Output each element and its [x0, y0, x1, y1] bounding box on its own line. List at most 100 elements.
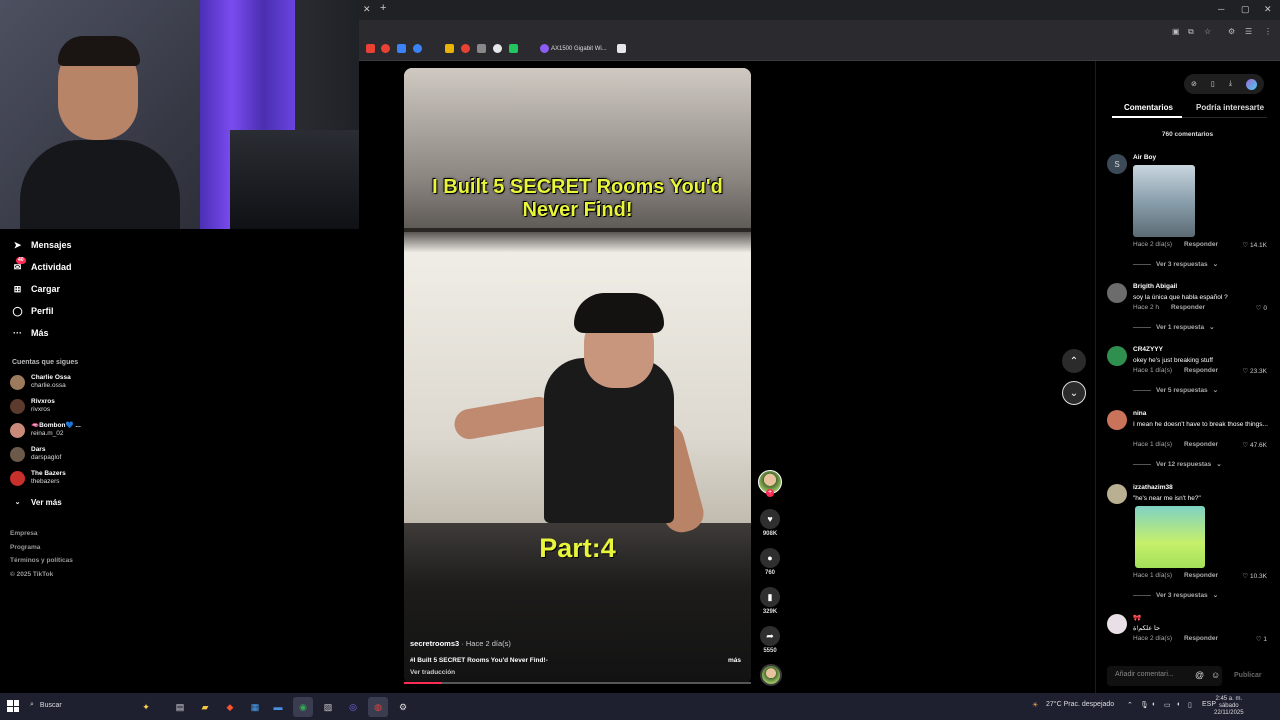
obs-icon[interactable]: ◎ — [343, 697, 363, 717]
reply-button[interactable]: Responder — [1184, 367, 1218, 375]
comment-username[interactable]: nina — [1133, 410, 1146, 417]
music-disc-avatar[interactable] — [760, 664, 782, 686]
cast-icon[interactable]: ⧉ — [1188, 27, 1194, 37]
bookmark-icon[interactable] — [397, 44, 406, 53]
user-avatar-icon[interactable] — [1245, 78, 1257, 90]
bookmark-icon[interactable] — [493, 44, 502, 53]
bookmark-icon[interactable] — [366, 44, 375, 53]
following-account[interactable]: Rivxros rivxros — [10, 398, 55, 414]
reply-button[interactable]: Responder — [1184, 635, 1218, 643]
network-icon[interactable]: ▭ — [1164, 701, 1171, 709]
heart-outline-icon[interactable]: ♡ — [1242, 242, 1250, 249]
bookmark-icon[interactable] — [381, 44, 390, 53]
sidebar-item-cargar[interactable]: ⊞ Cargar — [12, 281, 60, 297]
footer-link[interactable]: Programa — [10, 544, 40, 551]
post-button[interactable]: Publicar — [1234, 672, 1262, 679]
comment-likes[interactable]: ♡ 0 — [1256, 304, 1267, 312]
profile-menu-icon[interactable]: ☰ — [1245, 27, 1252, 36]
video-progress-bar[interactable] — [404, 682, 751, 684]
video-player[interactable] — [404, 68, 751, 684]
heart-outline-icon[interactable]: ♡ — [1242, 573, 1250, 580]
comment-image[interactable] — [1133, 165, 1195, 237]
mic-icon[interactable]: 🎙 — [1140, 701, 1149, 709]
recording-app-icon[interactable]: ◍ — [368, 697, 388, 717]
copilot-sparkle-icon[interactable]: ✦ — [136, 697, 156, 717]
emoji-icon[interactable]: ☺ — [1211, 670, 1220, 680]
commenter-avatar[interactable] — [1107, 484, 1127, 504]
bookmark-icon[interactable] — [617, 44, 626, 53]
windows-start-icon[interactable] — [7, 700, 19, 712]
share-action[interactable]: ➦ 5550 — [760, 626, 780, 654]
comment-likes[interactable]: ♡ 23.3K — [1242, 367, 1267, 375]
heart-outline-icon[interactable]: ♡ — [1242, 368, 1250, 375]
sidebar-item-más[interactable]: ··· Más — [12, 325, 49, 341]
taskbar-search[interactable]: ⌕ Buscar — [30, 701, 62, 709]
menu-icon[interactable]: ⋮ — [1264, 27, 1272, 36]
comment-icon[interactable]: ● — [760, 548, 780, 568]
heart-outline-icon[interactable]: ♡ — [1242, 442, 1250, 449]
comment-likes[interactable]: ♡ 14.1K — [1242, 241, 1267, 249]
view-replies-button[interactable]: Ver 3 respuestas ⌄ — [1133, 591, 1218, 599]
comment-input[interactable]: Añadir comentari... — [1107, 666, 1222, 686]
video-author[interactable]: secretrooms3 · Hace 2 día(s) — [410, 639, 511, 648]
bookmark-icon[interactable] — [540, 44, 549, 53]
bookmark-icon[interactable] — [461, 44, 470, 53]
avatar[interactable] — [10, 398, 25, 414]
next-video-button[interactable]: ⌄ — [1062, 381, 1086, 405]
following-account[interactable]: Dars darspaglof — [10, 446, 61, 462]
phone-icon[interactable]: ▯ — [1211, 80, 1215, 88]
tab-might-interest[interactable]: Podría interesarte — [1196, 103, 1264, 112]
file-explorer-icon[interactable]: ▰ — [195, 697, 215, 717]
commenter-avatar[interactable] — [1107, 346, 1127, 366]
comment-action[interactable]: ● 760 — [760, 548, 780, 576]
footer-link[interactable]: Empresa — [10, 530, 37, 537]
see-more-button[interactable]: ⌄ Ver más — [12, 494, 62, 510]
weather-text[interactable]: 27°C Prac. despejado — [1046, 701, 1114, 708]
comment-likes[interactable]: ♡ 47.6K — [1242, 441, 1267, 449]
comment-image[interactable] — [1135, 506, 1205, 568]
view-replies-button[interactable]: Ver 12 respuestas ⌄ — [1133, 460, 1222, 468]
settings-gear-icon[interactable]: ⚙ — [393, 697, 413, 717]
bookmark-icon[interactable] — [413, 44, 422, 53]
word-icon[interactable]: ▬ — [268, 697, 288, 717]
taskbar-clock[interactable]: 2:45 a. m. sábado 22/11/2025 — [1214, 696, 1244, 717]
comment-username[interactable]: 🎀 — [1133, 614, 1141, 622]
bookmark-star-icon[interactable]: ☆ — [1204, 27, 1211, 36]
comment-likes[interactable]: ♡ 10.3K — [1242, 572, 1267, 580]
comment-username[interactable]: CR4ZYYY — [1133, 346, 1163, 353]
tray-app-icon[interactable]: ◐ — [1152, 701, 1156, 708]
autoscroll-icon[interactable]: ⊘ — [1191, 80, 1197, 88]
reply-button[interactable]: Responder — [1184, 572, 1218, 580]
comment-username[interactable]: izzathazim38 — [1133, 484, 1173, 491]
bookmark-router-label[interactable]: AX1500 Gigabit Wi... — [551, 46, 607, 52]
avatar[interactable] — [10, 446, 25, 462]
heart-icon[interactable]: ♥ — [760, 509, 780, 529]
extensions-icon[interactable]: ⚙ — [1228, 27, 1235, 36]
avatar[interactable] — [10, 374, 25, 390]
maximize-icon[interactable]: ▢ — [1241, 4, 1250, 15]
video-author-name[interactable]: secretrooms3 — [410, 639, 459, 648]
window-close-icon[interactable]: ✕ — [1264, 4, 1272, 15]
download-icon[interactable]: ⤓ — [1229, 80, 1232, 88]
bookmark-icon[interactable] — [477, 44, 486, 53]
mention-icon[interactable]: @ — [1195, 670, 1204, 680]
comment-likes[interactable]: ♡ 1 — [1256, 635, 1267, 643]
app-icon[interactable]: ▨ — [318, 697, 338, 717]
following-account[interactable]: The Bazers thebazers — [10, 470, 66, 486]
avatar[interactable] — [10, 422, 25, 438]
video-translate-link[interactable]: Ver traducción — [410, 669, 455, 676]
commenter-avatar[interactable] — [1107, 283, 1127, 303]
bookmark-icon[interactable] — [509, 44, 518, 53]
reply-button[interactable]: Responder — [1171, 304, 1205, 312]
following-account[interactable]: 🫦Bombon💙 ... reina.m_02 — [10, 422, 81, 438]
follow-plus-icon[interactable]: + — [766, 489, 774, 497]
view-replies-button[interactable]: Ver 3 respuestas ⌄ — [1133, 260, 1218, 268]
brave-browser-icon[interactable]: ◆ — [220, 697, 240, 717]
tray-chevron-icon[interactable]: ⌃ — [1127, 701, 1133, 709]
speaker-icon[interactable]: ◖ — [1176, 701, 1180, 708]
bookmark-icon[interactable]: ▮ — [760, 587, 780, 607]
share-icon[interactable]: ➦ — [760, 626, 780, 646]
sidebar-item-actividad[interactable]: ✉ 40 Actividad — [12, 256, 72, 275]
footer-link[interactable]: Términos y políticas — [10, 557, 73, 564]
tab-comments[interactable]: Comentarios — [1124, 103, 1173, 112]
